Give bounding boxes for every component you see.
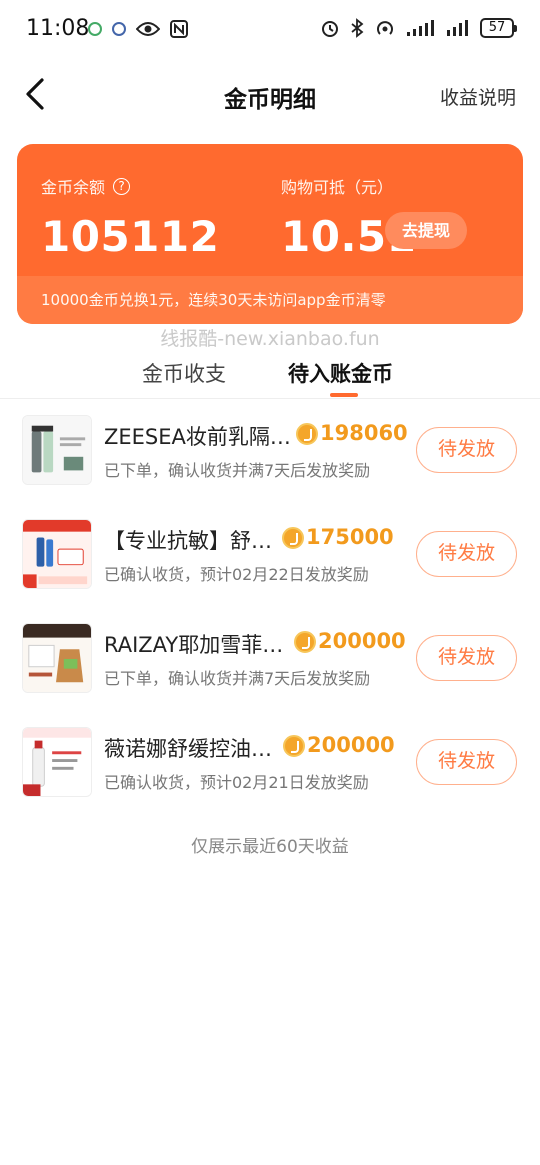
item-title: 薇诺娜舒缓控油… [104,737,272,761]
tab-pending-coins[interactable]: 待入账金币 [288,358,393,388]
app-notification-icon [88,22,102,36]
nfc-icon [170,20,188,38]
exchange-note: 10000金币兑换1元，连续30天未访问app金币清零 [17,276,523,324]
coin-icon [296,423,318,445]
signal-icon [447,20,468,36]
earnings-info-link[interactable]: 收益说明 [440,83,516,110]
alarm-icon [322,21,338,37]
toothpaste-icon [22,519,92,589]
coin-icon [294,631,316,653]
tab-coin-income-expense[interactable]: 金币收支 [142,358,226,388]
item-title: ZEESEA妆前乳隔… [104,425,291,449]
hotspot-icon [377,21,393,35]
header: 金币明细 收益说明 [0,62,540,128]
list-item[interactable]: 薇诺娜舒缓控油… 200000 已确认收货，预计02月21日发放奖励 待发放 [0,711,540,815]
tab-bar: 金币收支 待入账金币 [0,354,540,398]
pending-button[interactable]: 待发放 [416,739,517,785]
coin-balance-value: 105112 [41,212,220,261]
bluetooth-icon [351,18,364,38]
signal-icon [407,20,434,36]
status-time: 11:08 [26,16,90,41]
list-item[interactable]: RAIZAY耶加雪菲… 200000 已下单，确认收货并满7天后发放奖励 待发放 [0,607,540,711]
status-notification-icons [88,20,188,38]
active-tab-indicator [330,393,358,397]
list-item[interactable]: 【专业抗敏】舒… 175000 已确认收货，预计02月22日发放奖励 待发放 [0,503,540,607]
item-coins: 175000 [306,525,394,549]
pending-button[interactable]: 待发放 [416,531,517,577]
coin-balance-block: 金币余额 ? 105112 [41,174,219,261]
status-system-icons: 57 [320,18,517,38]
pending-coins-list: ZEESEA妆前乳隔… 198060 已下单，确认收货并满7天后发放奖励 待发放… [0,399,540,815]
item-status: 已下单，确认收货并满7天后发放奖励 [104,461,371,480]
balance-card: 金币余额 ? 105112 购物可抵（元） 10.51 去提现 10000金币兑… [17,144,523,324]
item-title: RAIZAY耶加雪菲… [104,633,284,657]
item-title: 【专业抗敏】舒… [104,529,272,553]
footnote: 仅展示最近60天收益 [191,837,349,857]
coin-icon [282,527,304,549]
item-coins: 198060 [320,421,408,445]
item-coins: 200000 [318,629,406,653]
cosmetics-bottles-icon [22,415,92,485]
coin-icon [283,735,305,757]
eye-icon [136,22,160,36]
watermark: 线报酷-new.xianbao.fun [160,328,380,350]
skincare-bottle-icon [22,727,92,797]
battery-icon: 57 [480,18,517,38]
app-notification-icon [112,22,126,36]
coin-balance-label: 金币余额 [41,178,106,197]
withdraw-button[interactable]: 去提现 [385,212,467,249]
coffee-bag-icon [22,623,92,693]
shopping-credit-label: 购物可抵（元） [281,178,394,197]
item-status: 已下单，确认收货并满7天后发放奖励 [104,669,371,688]
status-bar: 11:08 57 [0,0,540,62]
item-coins: 200000 [307,733,395,757]
item-status: 已确认收货，预计02月22日发放奖励 [104,565,369,584]
help-icon[interactable]: ? [113,177,131,195]
item-status: 已确认收货，预计02月21日发放奖励 [104,773,369,792]
pending-button[interactable]: 待发放 [416,427,517,473]
list-item[interactable]: ZEESEA妆前乳隔… 198060 已下单，确认收货并满7天后发放奖励 待发放 [0,399,540,503]
pending-button[interactable]: 待发放 [416,635,517,681]
